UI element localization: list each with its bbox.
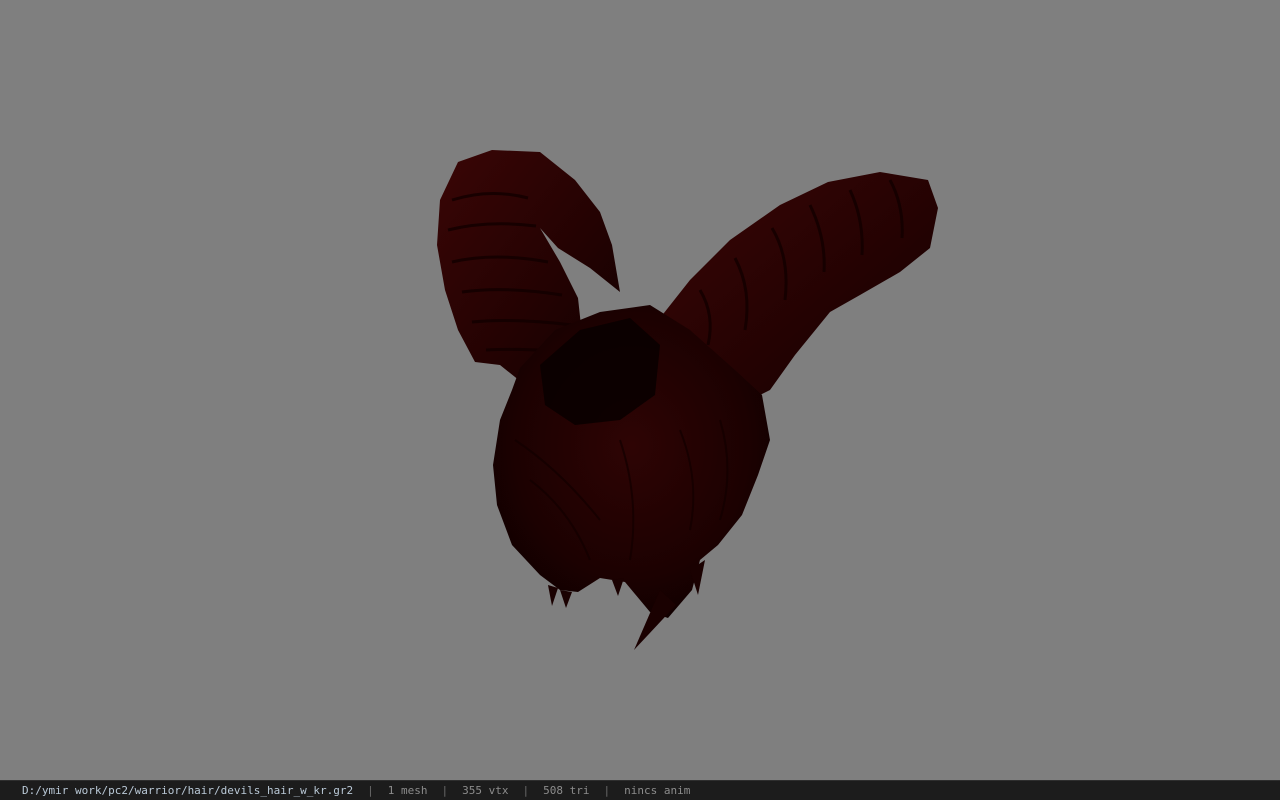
file-path: D:/ymir work/pc2/warrior/hair/devils_hai… — [22, 784, 354, 797]
animation-status: nincs anim — [624, 784, 691, 797]
separator: | — [441, 784, 449, 797]
vertex-count: 355 vtx — [462, 784, 509, 797]
model-render — [437, 150, 938, 650]
3d-viewport[interactable] — [0, 0, 1280, 780]
status-bar: D:/ymir work/pc2/warrior/hair/devils_hai… — [0, 780, 1280, 800]
triangle-count: 508 tri — [543, 784, 590, 797]
separator: | — [522, 784, 530, 797]
separator: | — [367, 784, 374, 797]
separator: | — [603, 784, 611, 797]
mesh-count: 1 mesh — [387, 784, 428, 797]
